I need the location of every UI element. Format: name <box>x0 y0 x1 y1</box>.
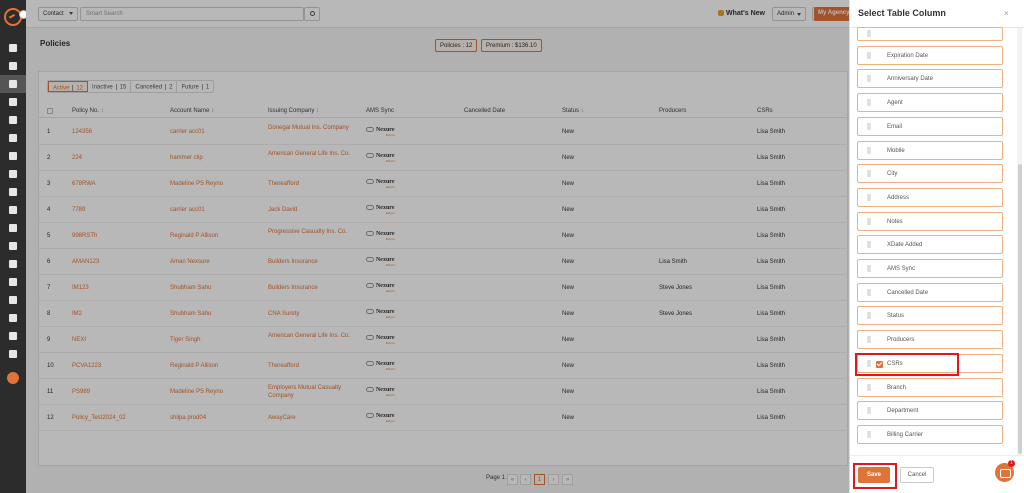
column-option[interactable]: Agent <box>857 93 1003 113</box>
analytics-icon <box>9 332 17 340</box>
column-option-label: Address <box>887 194 910 201</box>
column-option-label: AMS Sync <box>887 266 916 272</box>
chat-notification-badge: 1 <box>1008 460 1015 467</box>
column-option[interactable]: Email <box>857 116 1003 136</box>
select-table-column-drawer: Select Table Column × Expiration Date Ann… <box>849 0 1024 493</box>
column-option-label: XDate Added <box>887 242 923 249</box>
nav-item-table[interactable] <box>8 188 18 197</box>
drag-handle-icon[interactable] <box>867 288 871 296</box>
folder-icon <box>9 224 17 232</box>
settings-icon <box>9 350 17 358</box>
column-option-label: Email <box>887 123 903 130</box>
drag-handle-icon[interactable] <box>867 217 871 225</box>
column-option-label: Department <box>887 408 919 415</box>
column-option[interactable]: Branch <box>857 377 1003 397</box>
drag-handle-icon[interactable] <box>867 122 871 130</box>
drag-handle-icon[interactable] <box>867 336 871 344</box>
drawer-scrollbar-thumb[interactable] <box>1018 164 1022 454</box>
nav-item-policies[interactable] <box>0 75 26 93</box>
nav-item-bank[interactable] <box>8 98 18 107</box>
filter-icon <box>9 152 17 160</box>
policies-icon <box>9 80 17 88</box>
nav-item-megaphone[interactable] <box>8 170 18 179</box>
csrs-highlight-box <box>855 353 959 376</box>
grid-icon <box>9 278 17 286</box>
drag-handle-icon[interactable] <box>867 51 871 59</box>
column-option[interactable]: City <box>857 164 1003 184</box>
column-option[interactable]: XDate Added <box>857 235 1003 255</box>
close-icon[interactable]: × <box>1004 9 1009 18</box>
column-option-label: City <box>887 171 898 178</box>
column-option-label: Mobile <box>887 147 905 154</box>
mail-icon <box>9 296 17 304</box>
document-icon <box>9 260 17 268</box>
drag-handle-icon[interactable] <box>867 383 871 391</box>
drag-handle-icon[interactable] <box>867 430 871 438</box>
nav-item-contacts[interactable] <box>8 62 18 71</box>
column-option-label: Billing Carrier <box>887 431 924 438</box>
column-option-label: Anniversary Date <box>887 76 934 83</box>
nav-item-list[interactable] <box>8 116 18 125</box>
nav-item-google[interactable] <box>8 242 18 251</box>
modal-overlay[interactable] <box>26 0 849 493</box>
column-option[interactable]: Producers <box>857 330 1003 350</box>
nav-item-document[interactable] <box>8 260 18 269</box>
contacts-icon <box>9 62 17 70</box>
column-option[interactable]: Cancelled Date <box>857 282 1003 302</box>
nav-item-folder[interactable] <box>8 224 18 233</box>
help-icon <box>7 372 19 384</box>
column-option[interactable]: Address <box>857 187 1003 207</box>
column-option[interactable]: Mobile <box>857 140 1003 160</box>
drag-handle-icon[interactable] <box>867 146 871 154</box>
cancel-button[interactable]: Cancel <box>900 467 934 483</box>
nav-item-settings[interactable] <box>8 350 18 359</box>
column-option-label: Notes <box>887 218 903 225</box>
drag-handle-icon[interactable] <box>867 265 871 272</box>
chart-icon <box>9 206 17 214</box>
list-icon <box>9 116 17 124</box>
nav-item-dashboard[interactable] <box>8 44 18 53</box>
column-option-label: Branch <box>887 384 907 391</box>
drag-handle-icon[interactable] <box>867 193 871 201</box>
drag-handle-icon[interactable] <box>867 30 871 37</box>
drag-handle-icon[interactable] <box>867 99 871 107</box>
megaphone-icon <box>9 170 17 178</box>
google-icon <box>9 242 17 250</box>
nav-item-grid[interactable] <box>8 278 18 287</box>
column-option-label: Agent <box>887 100 903 107</box>
nav-item-calendar[interactable] <box>8 134 18 143</box>
drag-handle-icon[interactable] <box>867 75 871 83</box>
column-option[interactable]: Notes <box>857 211 1003 231</box>
column-option-label: Expiration Date <box>887 52 929 59</box>
column-option-label: Cancelled Date <box>887 289 929 296</box>
column-option[interactable]: Expiration Date <box>857 45 1003 65</box>
left-nav <box>0 0 28 493</box>
table-icon <box>9 188 17 196</box>
nav-item-chart[interactable] <box>8 206 18 215</box>
nav-item-analytics[interactable] <box>8 332 18 341</box>
column-option[interactable]: Anniversary Date <box>857 69 1003 89</box>
nav-item-mail[interactable] <box>8 296 18 305</box>
bank-icon <box>9 98 17 106</box>
nav-item-scissors[interactable] <box>8 314 18 323</box>
nav-item-help[interactable] <box>7 372 19 384</box>
column-option-label: Producers <box>887 337 915 344</box>
drag-handle-icon[interactable] <box>867 312 871 320</box>
column-option-label: Status <box>887 313 905 320</box>
drag-handle-icon[interactable] <box>867 407 871 415</box>
drag-handle-icon[interactable] <box>867 170 871 178</box>
calendar-icon <box>9 134 17 142</box>
column-option[interactable]: AMS Sync <box>857 259 1003 278</box>
column-option[interactable]: Department <box>857 401 1003 421</box>
drag-handle-icon[interactable] <box>867 241 871 249</box>
save-highlight-box <box>853 463 897 489</box>
scissors-icon <box>9 314 17 322</box>
column-option[interactable] <box>857 27 1003 41</box>
drawer-title: Select Table Column <box>858 8 946 18</box>
nav-item-filter[interactable] <box>8 152 18 161</box>
dashboard-icon <box>9 44 17 52</box>
column-option[interactable]: Status <box>857 306 1003 326</box>
column-option[interactable]: Billing Carrier <box>857 424 1003 444</box>
